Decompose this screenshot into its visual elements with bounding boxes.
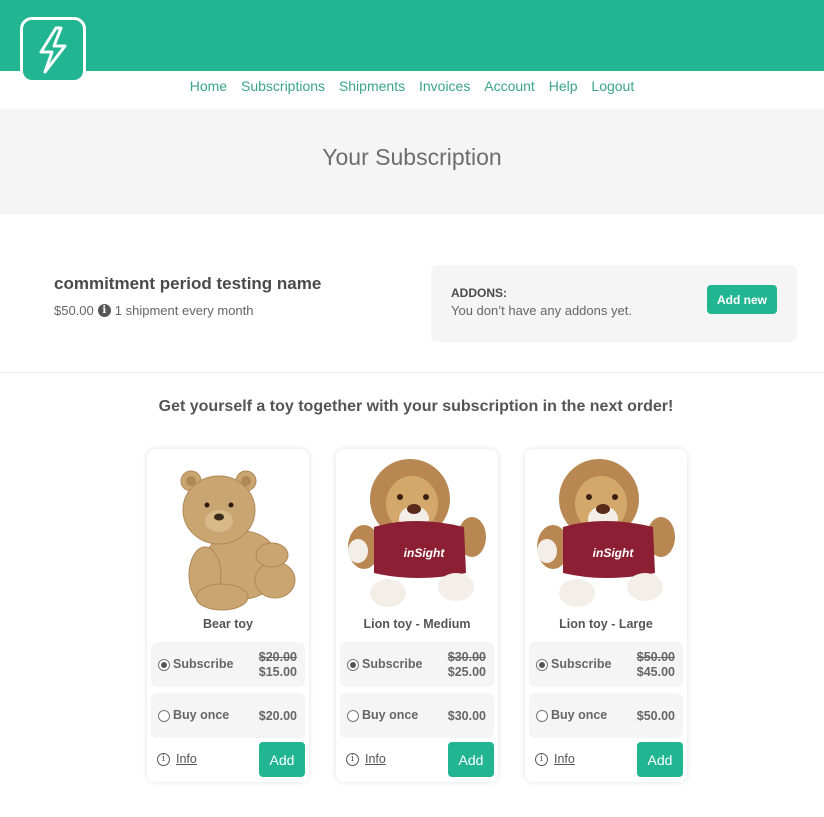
add-button[interactable]: Add <box>637 742 683 777</box>
add-button[interactable]: Add <box>259 742 305 777</box>
subscribe-option[interactable]: Subscribe $20.00 $15.00 <box>151 642 305 687</box>
subscription-name: commitment period testing name <box>54 274 322 293</box>
nav-logout[interactable]: Logout <box>591 78 634 94</box>
nav-help[interactable]: Help <box>549 78 578 94</box>
subscription-meta: $50.00 i 1 shipment every month <box>54 303 254 318</box>
subscription-price: $50.00 <box>54 303 94 318</box>
buy-once-option[interactable]: Buy once $20.00 <box>151 693 305 738</box>
lion-toy-image: inSight <box>348 459 486 607</box>
top-bar <box>0 0 824 71</box>
info-label: Info <box>365 752 386 766</box>
add-button[interactable]: Add <box>448 742 494 777</box>
price-subscribe: $15.00 <box>258 665 297 679</box>
buy-once-label: Buy once <box>173 708 230 722</box>
subscribe-label: Subscribe <box>362 657 423 671</box>
info-icon[interactable]: i <box>97 304 111 317</box>
page-title: Your Subscription <box>322 144 502 170</box>
nav-shipments[interactable]: Shipments <box>339 78 405 94</box>
price-original: $50.00 <box>636 650 675 664</box>
price-once: $30.00 <box>447 709 486 723</box>
info-link[interactable]: i Info <box>535 752 575 766</box>
addons-panel: ADDONS: You don’t have any addons yet. A… <box>431 265 797 342</box>
lightning-bolt-icon <box>39 26 67 74</box>
subscribe-radio[interactable] <box>158 659 170 671</box>
shirt-text: inSight <box>593 546 635 560</box>
price-original: $30.00 <box>447 650 486 664</box>
buy-once-radio[interactable] <box>347 710 359 722</box>
lion-toy-image: inSight <box>537 459 675 607</box>
subscribe-radio[interactable] <box>536 659 548 671</box>
price-once: $50.00 <box>636 709 675 723</box>
shirt-text: inSight <box>404 546 446 560</box>
price-original: $20.00 <box>258 650 297 664</box>
buy-once-radio[interactable] <box>158 710 170 722</box>
subscribe-option[interactable]: Subscribe $30.00 $25.00 <box>340 642 494 687</box>
main-nav: Home Subscriptions Shipments Invoices Ac… <box>0 78 824 102</box>
nav-invoices[interactable]: Invoices <box>419 78 470 94</box>
info-icon: i <box>346 752 359 766</box>
subscription-frequency: 1 shipment every month <box>114 303 254 318</box>
product-card-lion-large: inSight Lion toy - Large Subscribe $50.0… <box>525 449 687 782</box>
buy-once-label: Buy once <box>551 708 608 722</box>
info-link[interactable]: i Info <box>157 752 197 766</box>
nav-home[interactable]: Home <box>190 78 227 94</box>
promo-heading: Get yourself a toy together with your su… <box>158 398 674 415</box>
product-card-bear: Bear toy Subscribe $20.00 $15.00 Buy onc… <box>147 449 309 782</box>
info-link[interactable]: i Info <box>346 752 386 766</box>
buy-once-option[interactable]: Buy once $30.00 <box>340 693 494 738</box>
info-label: Info <box>176 752 197 766</box>
price-subscribe: $25.00 <box>447 665 486 679</box>
subscribe-label: Subscribe <box>551 657 612 671</box>
buy-once-option[interactable]: Buy once $50.00 <box>529 693 683 738</box>
product-card-lion-medium: inSight Lion toy - Medium Subscribe $30.… <box>336 449 498 782</box>
subscribe-label: Subscribe <box>173 657 234 671</box>
subscribe-radio[interactable] <box>347 659 359 671</box>
addons-empty-text: You don’t have any addons yet. <box>451 303 632 318</box>
divider <box>0 372 824 373</box>
product-name: Lion toy - Large <box>559 617 653 631</box>
price-once: $20.00 <box>258 709 297 723</box>
nav-subscriptions[interactable]: Subscriptions <box>241 78 325 94</box>
hero-banner: Your Subscription <box>0 109 824 214</box>
price-subscribe: $45.00 <box>636 665 675 679</box>
buy-once-radio[interactable] <box>536 710 548 722</box>
logo[interactable] <box>20 17 86 83</box>
buy-once-label: Buy once <box>362 708 419 722</box>
nav-account[interactable]: Account <box>484 78 535 94</box>
info-label: Info <box>554 752 575 766</box>
add-addon-button[interactable]: Add new <box>707 285 777 314</box>
product-name: Bear toy <box>202 617 254 631</box>
subscribe-option[interactable]: Subscribe $50.00 $45.00 <box>529 642 683 687</box>
info-icon: i <box>535 752 548 766</box>
addons-title: ADDONS: <box>451 286 507 300</box>
product-name: Lion toy - Medium <box>363 617 471 631</box>
bear-toy-image <box>180 470 296 611</box>
info-icon: i <box>157 752 170 766</box>
